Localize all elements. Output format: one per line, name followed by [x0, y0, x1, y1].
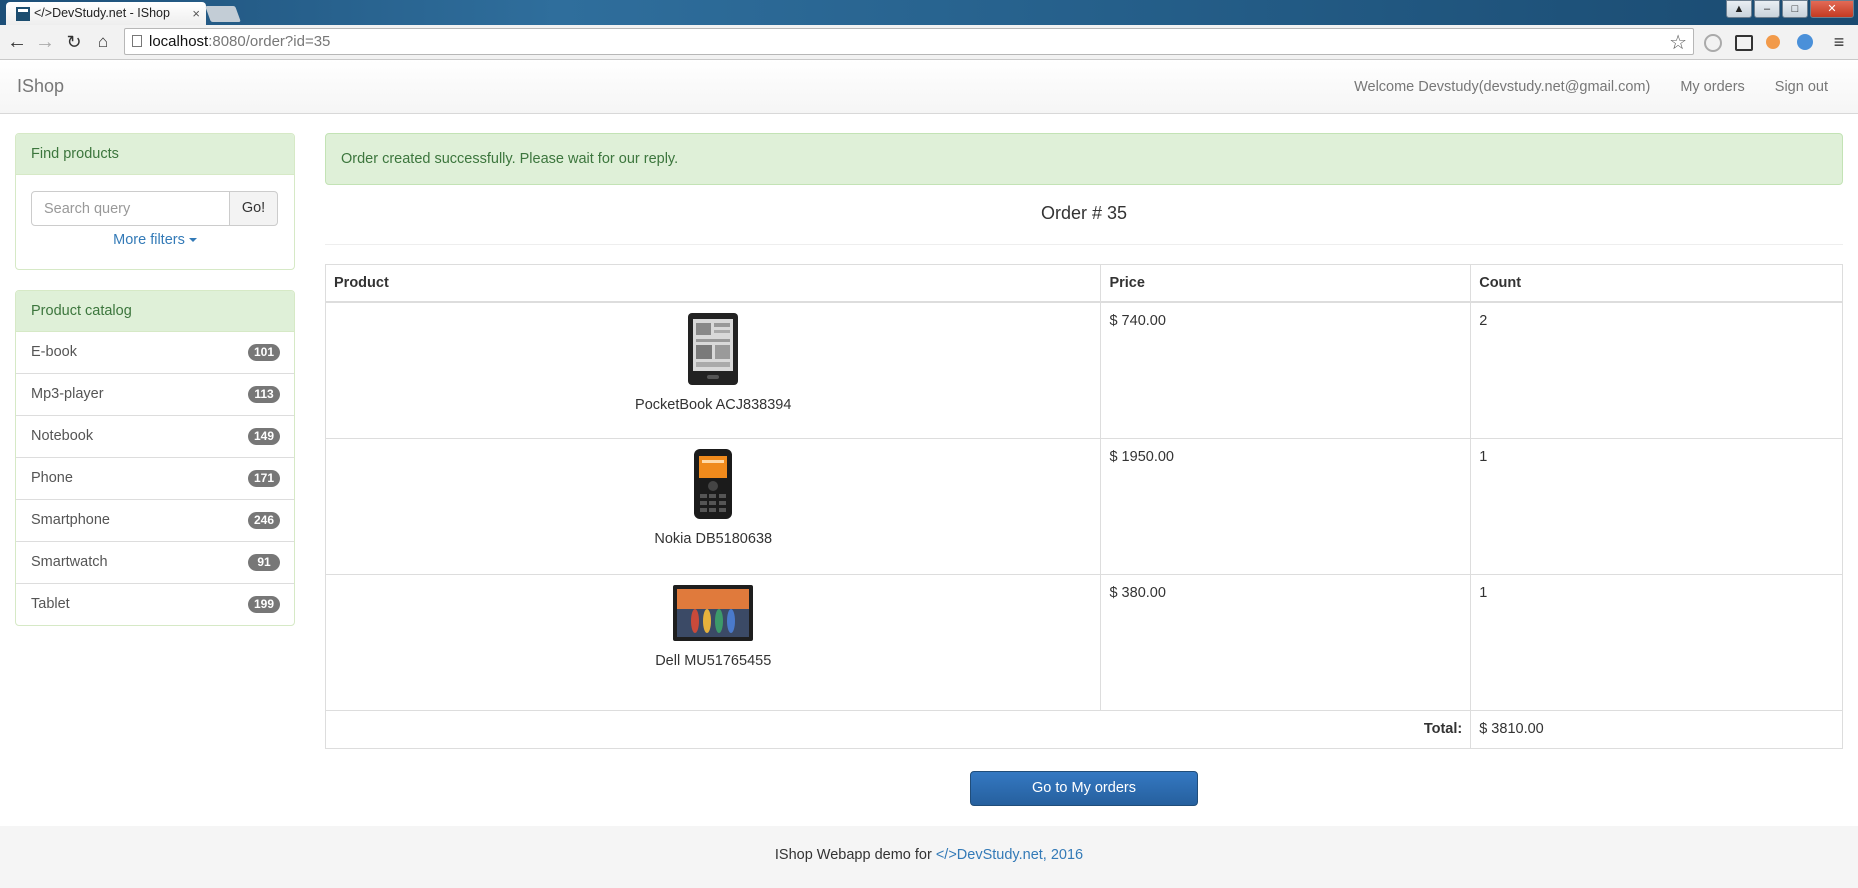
count-cell: 1 — [1470, 437, 1843, 575]
product-name[interactable]: Nokia DB5180638 — [334, 531, 1092, 547]
phone-image[interactable] — [694, 448, 733, 519]
tab-title: </>DevStudy.net - IShop — [34, 6, 170, 20]
browser-toolbar: ← → ↻ ⌂ localhost:8080/order?id=35 ☆ ≡ — [0, 25, 1858, 60]
back-icon[interactable]: ← — [6, 31, 28, 53]
category-name: Notebook — [31, 428, 94, 444]
extension-icon[interactable] — [1797, 34, 1813, 50]
address-bar[interactable]: localhost:8080/order?id=35 ☆ — [124, 28, 1694, 55]
price-cell: $ 380.00 — [1100, 573, 1472, 711]
footer-link[interactable]: </>DevStudy.net, 2016 — [936, 847, 1083, 863]
order-title: Order # 35 — [1040, 203, 1128, 223]
window-controls: ▲ – □ ✕ — [1724, 0, 1854, 18]
product-name[interactable]: PocketBook ACJ838394 — [334, 397, 1092, 413]
caret-down-icon — [188, 238, 197, 243]
product-catalog-heading: Product catalog — [16, 291, 294, 332]
success-alert: Order created successfully. Please wait … — [325, 133, 1843, 185]
user-icon[interactable]: ▲ — [1726, 0, 1752, 18]
search-input[interactable] — [31, 191, 230, 226]
category-name: Phone — [31, 470, 73, 486]
menu-icon[interactable]: ≡ — [1828, 31, 1850, 53]
footer-text: IShop Webapp demo for — [774, 847, 936, 863]
category-list: E-book 101 Mp3-player 113 Notebook 149 Phon… — [16, 332, 294, 625]
column-header-count: Count — [1470, 264, 1843, 303]
url-path: :8080/order?id=35 — [208, 33, 331, 50]
go-to-my-orders-button[interactable]: Go to My orders — [970, 771, 1198, 806]
find-products-panel: Find products Go! More filters — [15, 133, 295, 270]
count-cell: 2 — [1470, 301, 1843, 439]
total-label: Total: — [324, 709, 1472, 749]
find-products-heading: Find products — [16, 134, 294, 175]
minimize-icon[interactable]: – — [1754, 0, 1780, 18]
close-window-icon[interactable]: ✕ — [1810, 0, 1854, 18]
browser-tab[interactable]: </>DevStudy.net - IShop × — [6, 2, 206, 25]
more-filters-label: More filters — [113, 232, 185, 248]
extension-icon[interactable] — [1704, 34, 1722, 52]
count-badge: 171 — [247, 470, 280, 487]
tablet-image[interactable] — [673, 584, 754, 641]
brand-link[interactable]: IShop — [17, 76, 64, 97]
table-row: PocketBook ACJ838394 $ 740.00 2 — [324, 301, 1843, 439]
new-tab-button[interactable] — [205, 6, 241, 22]
more-filters-link[interactable]: More filters — [16, 232, 294, 248]
table-header-row: Product Price Count — [324, 264, 1843, 303]
forward-icon[interactable]: → — [34, 31, 56, 53]
category-item-ebook[interactable]: E-book 101 — [16, 332, 294, 373]
divider — [325, 244, 1843, 245]
bookmark-star-icon[interactable]: ☆ — [1669, 30, 1687, 55]
table-row: Nokia DB5180638 $ 1950.00 1 — [324, 437, 1843, 575]
count-cell: 1 — [1470, 573, 1843, 711]
extension-icon[interactable] — [1766, 35, 1780, 49]
url-host: localhost — [149, 33, 209, 50]
count-badge: 149 — [247, 428, 280, 445]
welcome-text: Welcome Devstudy(devstudy.net@gmail.com) — [1354, 79, 1651, 95]
site-navbar: IShop Welcome Devstudy(devstudy.net@gmai… — [0, 60, 1858, 114]
product-name[interactable]: Dell MU51765455 — [334, 653, 1092, 669]
category-name: E-book — [31, 344, 77, 360]
category-item-notebook[interactable]: Notebook 149 — [16, 415, 294, 457]
table-row: Dell MU51765455 $ 380.00 1 — [324, 573, 1843, 711]
column-header-product: Product — [324, 264, 1102, 303]
maximize-icon[interactable]: □ — [1782, 0, 1808, 18]
footer: IShop Webapp demo for </>DevStudy.net, 2… — [0, 826, 1858, 888]
product-catalog-panel: Product catalog E-book 101 Mp3-player 113 … — [15, 290, 295, 626]
count-badge: 246 — [247, 512, 280, 529]
screen-capture-icon[interactable] — [1735, 35, 1753, 51]
count-badge: 199 — [247, 596, 280, 613]
browser-tabstrip: </>DevStudy.net - IShop × ▲ – □ ✕ — [0, 0, 1858, 25]
count-badge: 91 — [248, 554, 280, 571]
category-item-mp3-player[interactable]: Mp3-player 113 — [16, 373, 294, 415]
category-name: Tablet — [31, 596, 70, 612]
order-table: Product Price Count PocketBook ACJ838394… — [324, 264, 1843, 749]
category-item-phone[interactable]: Phone 171 — [16, 457, 294, 499]
count-badge: 113 — [248, 386, 280, 403]
total-value: $ 3810.00 — [1470, 709, 1843, 749]
category-name: Smartwatch — [31, 554, 108, 570]
category-name: Smartphone — [31, 512, 110, 528]
category-name: Mp3-player — [31, 386, 104, 402]
sign-out-link[interactable]: Sign out — [1775, 79, 1828, 95]
close-tab-icon[interactable]: × — [192, 2, 200, 25]
count-badge: 101 — [247, 344, 280, 361]
favicon-icon — [16, 7, 30, 21]
ebook-image[interactable] — [688, 313, 739, 385]
column-header-price: Price — [1100, 264, 1472, 303]
total-row: Total: $ 3810.00 — [324, 709, 1843, 749]
category-item-tablet[interactable]: Tablet 199 — [16, 583, 294, 625]
my-orders-link[interactable]: My orders — [1680, 79, 1744, 95]
price-cell: $ 740.00 — [1100, 301, 1472, 439]
home-icon[interactable]: ⌂ — [92, 31, 114, 53]
page-icon — [132, 35, 142, 47]
reload-icon[interactable]: ↻ — [63, 31, 85, 53]
price-cell: $ 1950.00 — [1100, 437, 1472, 575]
go-button[interactable]: Go! — [229, 191, 278, 226]
category-item-smartphone[interactable]: Smartphone 246 — [16, 499, 294, 541]
category-item-smartwatch[interactable]: Smartwatch 91 — [16, 541, 294, 583]
